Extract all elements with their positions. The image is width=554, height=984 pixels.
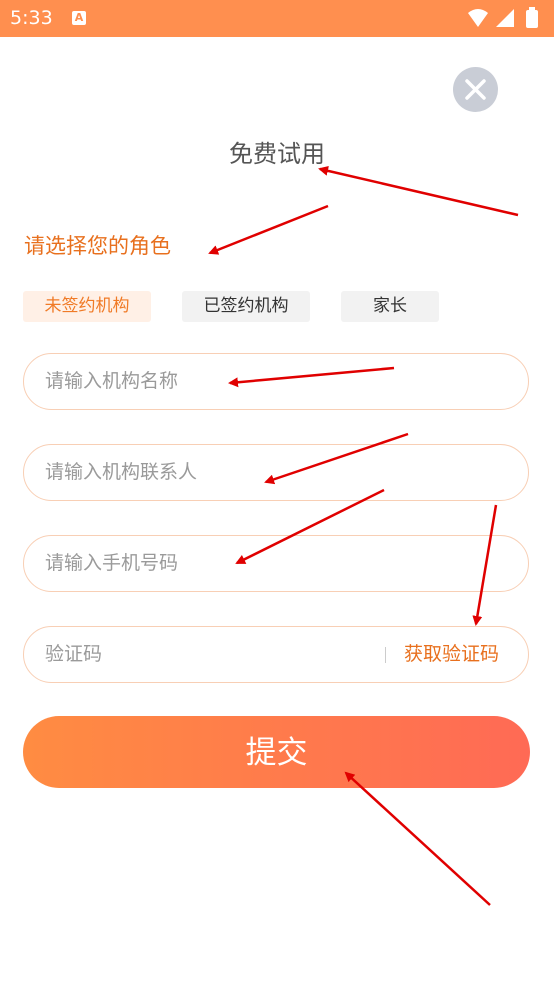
role-unsigned-org[interactable]: 未签约机构 bbox=[23, 291, 151, 322]
org-name-input[interactable] bbox=[45, 354, 385, 408]
code-divider bbox=[385, 647, 386, 663]
status-icons bbox=[468, 7, 538, 28]
arrow-to-submit bbox=[344, 771, 491, 906]
notification-icon: A bbox=[72, 11, 86, 25]
phone-input[interactable] bbox=[45, 536, 385, 590]
role-signed-org[interactable]: 已签约机构 bbox=[182, 291, 310, 322]
contact-input[interactable] bbox=[45, 445, 385, 499]
dialog-title: 免费试用 bbox=[229, 140, 325, 168]
arrow-to-role-heading bbox=[208, 204, 329, 255]
get-code-button[interactable]: 获取验证码 bbox=[404, 627, 499, 681]
signal-icon bbox=[496, 9, 514, 27]
role-heading: 请选择您的角色 bbox=[24, 234, 171, 258]
code-field-wrapper: 获取验证码 bbox=[23, 626, 529, 683]
role-parent[interactable]: 家长 bbox=[341, 291, 439, 322]
close-icon bbox=[465, 79, 486, 100]
org-name-field-wrapper bbox=[23, 353, 529, 410]
verification-code-input[interactable] bbox=[45, 627, 375, 681]
contact-field-wrapper bbox=[23, 444, 529, 501]
phone-field-wrapper bbox=[23, 535, 529, 592]
battery-icon bbox=[526, 10, 538, 28]
submit-button[interactable]: 提交 bbox=[23, 716, 530, 788]
status-bar: 5:33 A bbox=[0, 0, 554, 37]
status-time: 5:33 bbox=[10, 7, 53, 29]
close-button[interactable] bbox=[453, 67, 498, 112]
arrow-to-title bbox=[318, 165, 519, 217]
wifi-icon bbox=[468, 9, 488, 27]
